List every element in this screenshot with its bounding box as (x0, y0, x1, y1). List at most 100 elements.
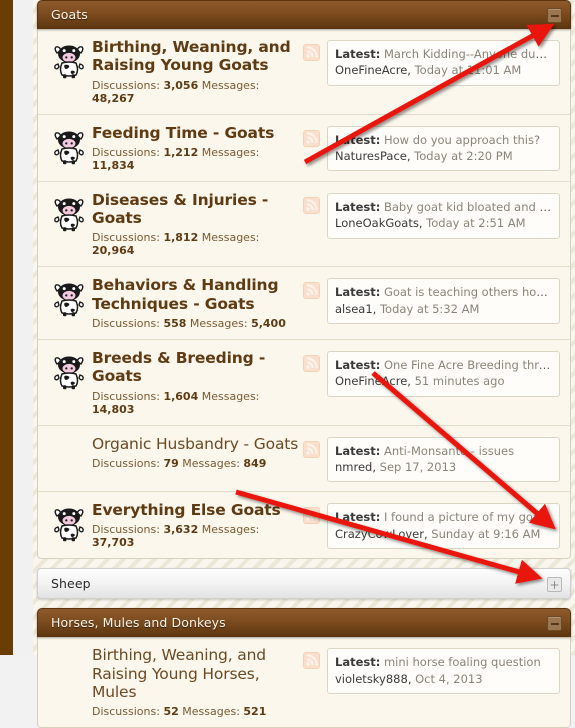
last-post-thread-link[interactable]: One Fine Acre Breeding thread (384, 358, 552, 372)
category-header[interactable]: Goats (37, 0, 571, 29)
last-post-thread-link[interactable]: I found a picture of my goat on … (384, 510, 552, 524)
messages-label: Messages: (201, 231, 260, 245)
last-post-username-link[interactable]: CrazyCowLover, (335, 527, 428, 541)
rss-icon[interactable] (303, 282, 320, 300)
messages-label: Messages: (182, 705, 240, 719)
rss-icon[interactable] (303, 507, 320, 525)
last-post-date: Sep 17, 2013 (379, 459, 457, 474)
last-post-username-link[interactable]: alsea1, (335, 302, 376, 316)
rss-icon[interactable] (303, 652, 320, 670)
last-post-label: Latest: (335, 443, 381, 458)
forum-node-row[interactable]: Behaviors & Handling Techniques - Goats D… (38, 267, 570, 340)
last-post-label: Latest: (335, 285, 381, 300)
node-title-link[interactable]: Behaviors & Handling Techniques - Goats (92, 276, 299, 313)
node-main: Everything Else Goats Discussions: 3,632 … (92, 501, 303, 549)
node-title-link[interactable]: Everything Else Goats (92, 501, 299, 519)
last-post-thread-link[interactable]: How do you approach this? (384, 133, 540, 147)
forum-node-row[interactable]: Birthing, Weaning, and Raising Young Hor… (38, 637, 570, 727)
forum-node-row[interactable]: Birthing, Weaning, and Raising Young Goa… (38, 29, 570, 115)
node-rss-link[interactable] (303, 354, 321, 376)
node-stats: Discussions: 1,812 Messages: 20,964 (92, 231, 299, 257)
last-post-thread-link[interactable]: Goat is teaching others how to j… (384, 285, 552, 299)
category-header[interactable]: Horses, Mules and Donkeys (37, 608, 571, 638)
node-rss-link[interactable] (303, 440, 321, 462)
node-rss-link[interactable] (303, 129, 321, 151)
last-post-label: Latest: (335, 510, 381, 525)
forum-node-row[interactable]: Breeds & Breeding - Goats Discussions: 1,… (38, 340, 570, 426)
node-icon (46, 124, 92, 166)
category-header[interactable]: Sheep + (37, 568, 571, 600)
last-post-line-title: Latest: How do you approach this? (335, 132, 552, 148)
discussions-count: 52 (163, 705, 179, 719)
category-body: Birthing, Weaning, and Raising Young Hor… (37, 637, 571, 728)
forum-node-row[interactable]: Feeding Time - Goats Discussions: 1,212 M… (38, 115, 570, 182)
node-main: Diseases & Injuries - Goats Discussions: … (92, 191, 303, 258)
last-post-username-link[interactable]: OneFineAcre, (335, 63, 411, 77)
discussions-label: Discussions: (92, 78, 160, 92)
rss-icon[interactable] (303, 354, 320, 372)
cow-icon (54, 198, 84, 232)
last-post-date: Oct 4, 2013 (415, 671, 483, 686)
forum-node-row[interactable]: Diseases & Injuries - Goats Discussions: … (38, 182, 570, 268)
minus-bar (550, 14, 559, 17)
last-post-thread-link[interactable]: March Kidding--Anyone due and … (384, 47, 552, 61)
last-post-line-title: Latest: mini horse foaling question (335, 654, 552, 670)
last-post-box: Latest: mini horse foaling question viole… (327, 648, 560, 695)
last-post-username-link[interactable]: violetsky888, (335, 672, 411, 686)
plus-icon[interactable]: + (547, 577, 562, 593)
last-post-line-meta: NaturesPace, Today at 2:20 PM (335, 148, 552, 164)
last-post-thread-link[interactable]: Baby goat kid bloated and not g… (384, 200, 552, 214)
last-post-username-link[interactable]: NaturesPace, (335, 149, 411, 163)
last-post-username-link[interactable]: nmred, (335, 460, 376, 474)
node-title-link[interactable]: Breeds & Breeding - Goats (92, 349, 299, 386)
discussions-label: Discussions: (92, 389, 160, 403)
node-title-link[interactable]: Diseases & Injuries - Goats (92, 191, 299, 228)
node-title-link[interactable]: Organic Husbandry - Goats (92, 435, 299, 453)
rss-icon[interactable] (303, 440, 320, 458)
last-post-thread-link[interactable]: mini horse foaling question (384, 655, 541, 669)
category-title: Sheep (51, 576, 91, 592)
last-post-line-title: Latest: Goat is teaching others how to j… (335, 284, 552, 300)
node-rss-link[interactable] (303, 507, 321, 528)
messages-count: 849 (243, 456, 267, 470)
node-title-link[interactable]: Feeding Time - Goats (92, 124, 299, 142)
node-rss-link[interactable] (303, 196, 321, 218)
last-post-box: Latest: Baby goat kid bloated and not g…… (327, 192, 560, 239)
last-post-box: Latest: Goat is teaching others how to j… (327, 278, 560, 325)
last-post-line-title: Latest: Baby goat kid bloated and not g… (335, 199, 552, 215)
node-icon (46, 276, 92, 318)
node-title-link[interactable]: Birthing, Weaning, and Raising Young Goa… (92, 38, 299, 75)
last-post-label: Latest: (335, 357, 381, 372)
last-post-date: Today at 2:20 PM (414, 148, 513, 163)
node-rss-link[interactable] (303, 652, 321, 673)
messages-label: Messages: (189, 316, 248, 330)
last-post-date: Today at 11:01 AM (414, 63, 522, 78)
rss-icon[interactable] (303, 196, 320, 214)
last-post-username-link[interactable]: LoneOakGoats, (335, 216, 423, 230)
minus-icon[interactable] (547, 8, 562, 23)
forum-node-row[interactable]: Everything Else Goats Discussions: 3,632 … (38, 492, 570, 558)
discussions-label: Discussions: (92, 523, 160, 537)
cow-icon (54, 508, 84, 542)
node-rss-link[interactable] (303, 44, 321, 65)
node-main: Organic Husbandry - Goats Discussions: 79… (92, 435, 303, 470)
forum-node-row[interactable]: Organic Husbandry - Goats Discussions: 79… (38, 426, 570, 493)
last-post-label: Latest: (335, 47, 381, 61)
last-post-date: Today at 5:32 AM (379, 301, 480, 316)
last-post-label: Latest: (335, 655, 381, 670)
messages-count: 11,834 (92, 158, 135, 172)
rss-icon[interactable] (303, 129, 320, 147)
node-stats: Discussions: 79 Messages: 849 (92, 457, 299, 470)
minus-icon[interactable] (547, 616, 562, 632)
last-post-username-link[interactable]: OneFineAcre, (335, 374, 411, 388)
last-post-thread-link[interactable]: Anti-Monsanto - issues (384, 444, 514, 458)
rss-icon[interactable] (303, 44, 320, 61)
node-rss-link[interactable] (303, 282, 321, 303)
node-icon (46, 38, 92, 80)
node-icon (46, 191, 92, 233)
category-block: Horses, Mules and Donkeys Birthing, Wean… (37, 608, 571, 728)
left-accent-bar (0, 0, 13, 655)
discussions-label: Discussions: (92, 316, 160, 330)
last-post-line-title: Latest: March Kidding--Anyone due and … (335, 46, 552, 62)
cow-icon (54, 131, 84, 164)
